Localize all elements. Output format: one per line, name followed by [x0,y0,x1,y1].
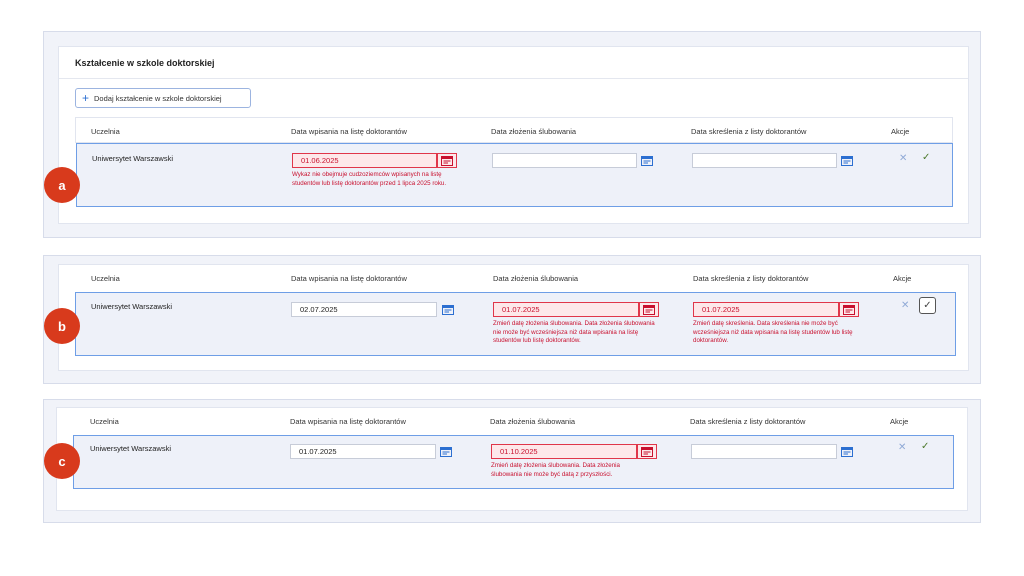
enroll-date-error: Wykaz nie obejmuje cudzoziemców wpisanyc… [292,171,447,187]
doctoral-section-card: Kształcenie w szkole doktorskiej + Dodaj… [58,46,969,224]
header-enroll-date: Data wpisania na listę doktorantów [290,417,406,426]
section-divider [59,78,968,79]
table-row: Uniwersytet Warszawski 01.07.2025 01.10.… [73,435,954,489]
step-badge-b: b [44,308,80,344]
calendar-icon[interactable] [436,444,456,459]
close-icon[interactable]: ✕ [898,443,906,453]
enroll-date-input[interactable]: 02.07.2025 [291,302,437,317]
header-actions: Akcje [890,417,909,426]
panel-b: Uczelnia Data wpisania na listę doktoran… [43,255,981,384]
check-icon[interactable]: ✓ [922,153,930,163]
plus-icon: + [82,91,90,105]
header-actions: Akcje [893,274,912,283]
add-doctoral-label: Dodaj kształcenie w szkole doktorskiej [94,93,222,103]
check-icon[interactable]: ✓ [921,442,929,452]
oath-date-input[interactable]: 01.10.2025 [491,444,637,459]
check-icon[interactable]: ✓ [919,297,936,314]
oath-date-error: Zmień datę złożenia ślubowania. Data zło… [493,320,655,345]
header-university: Uczelnia [90,417,119,426]
header-university: Uczelnia [91,127,120,136]
removal-date-error: Zmień datę skreślenia. Data skreślenia n… [693,320,853,345]
oath-date-error: Zmień datę złożenia ślubowania. Data zło… [491,462,620,478]
step-badge-c: c [44,443,80,479]
table-row: Uniwersytet Warszawski 02.07.2025 01.07.… [75,292,956,356]
calendar-icon[interactable] [839,302,859,317]
header-actions: Akcje [891,127,910,136]
header-removal-date: Data skreślenia z listy doktorantów [693,274,809,283]
calendar-icon[interactable] [437,153,457,168]
table-header: Uczelnia Data wpisania na listę doktoran… [73,408,953,434]
calendar-icon[interactable] [837,444,857,459]
close-icon[interactable]: ✕ [901,301,909,311]
enroll-date-input[interactable]: 01.06.2025 [292,153,437,168]
removal-date-input[interactable]: 01.07.2025 [693,302,839,317]
university-cell: Uniwersytet Warszawski [90,444,171,453]
header-enroll-date: Data wpisania na listę doktorantów [291,127,407,136]
header-oath-date: Data złożenia ślubowania [490,417,576,426]
table-card: Uczelnia Data wpisania na listę doktoran… [56,407,968,511]
university-cell: Uniwersytet Warszawski [91,302,172,311]
university-cell: Uniwersytet Warszawski [92,154,173,163]
removal-date-input[interactable] [692,153,837,168]
calendar-icon[interactable] [637,153,657,168]
header-oath-date: Data złożenia ślubowania [493,274,579,283]
header-university: Uczelnia [91,274,120,283]
add-doctoral-button[interactable]: + Dodaj kształcenie w szkole doktorskiej [75,88,251,108]
calendar-icon[interactable] [639,302,659,317]
table-header: Uczelnia Data wpisania na listę doktoran… [75,265,955,291]
panel-a: Kształcenie w szkole doktorskiej + Dodaj… [43,31,981,238]
removal-date-input[interactable] [691,444,837,459]
close-icon[interactable]: ✕ [899,154,907,164]
oath-date-input[interactable]: 01.07.2025 [493,302,639,317]
table-row: Uniwersytet Warszawski 01.06.2025 Wykaz … [76,143,953,207]
table-card: Uczelnia Data wpisania na listę doktoran… [58,264,969,371]
calendar-icon[interactable] [837,153,857,168]
calendar-icon[interactable] [637,444,657,459]
table-header: Uczelnia Data wpisania na listę doktoran… [75,117,953,143]
section-title: Kształcenie w szkole doktorskiej [75,58,215,68]
step-badge-a: a [44,167,80,203]
panel-c: Uczelnia Data wpisania na listę doktoran… [43,399,981,523]
header-removal-date: Data skreślenia z listy doktorantów [691,127,807,136]
header-oath-date: Data złożenia ślubowania [491,127,577,136]
header-removal-date: Data skreślenia z listy doktorantów [690,417,806,426]
oath-date-input[interactable] [492,153,637,168]
calendar-icon[interactable] [438,302,458,317]
enroll-date-input[interactable]: 01.07.2025 [290,444,436,459]
header-enroll-date: Data wpisania na listę doktorantów [291,274,407,283]
